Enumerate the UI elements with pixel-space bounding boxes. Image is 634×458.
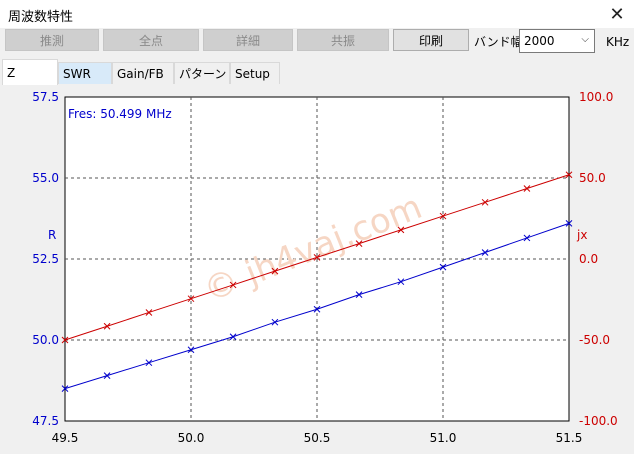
tab-bar: Z SWR Gain/FB パターン Setup [0, 58, 634, 85]
chevron-down-icon: ⌵ [581, 34, 589, 45]
bandwidth-select[interactable]: 2000 ⌵ [519, 29, 595, 53]
tab-z[interactable]: Z [2, 59, 58, 85]
resonance-button[interactable]: 共振 [297, 29, 389, 51]
y-right-tick-label: 50.0 [579, 171, 606, 185]
y-right-tick-label: -50.0 [579, 333, 610, 347]
chart-area: © jh4vaj.com Fres: 50.499 MHz R jx 57.5 5… [0, 84, 634, 454]
y-left-tick-label: 55.0 [32, 171, 59, 185]
title-bar: 周波数特性 ✕ [0, 0, 634, 29]
toolbar: 推測 全点 詳細 共振 印刷 バンド幅 2000 ⌵ KHz [0, 28, 634, 58]
y-left-tick-label: 52.5 [32, 252, 59, 266]
y-left-tick-label: 47.5 [32, 414, 59, 428]
right-axis-label: jx [576, 228, 587, 242]
y-left-tick-label: 57.5 [32, 90, 59, 104]
y-right-tick-label: -100.0 [579, 414, 618, 428]
bandwidth-label: バンド幅 [474, 35, 523, 49]
x-tick-label: 51.5 [556, 431, 583, 445]
tab-pattern[interactable]: パターン [174, 62, 230, 84]
x-tick-label: 51.0 [430, 431, 457, 445]
left-axis-label: R [48, 228, 56, 242]
tab-swr[interactable]: SWR [58, 62, 112, 84]
impedance-chart: © jh4vaj.com Fres: 50.499 MHz R jx 57.55… [32, 90, 618, 445]
y-left-tick-label: 50.0 [32, 333, 59, 347]
bandwidth-value: 2000 [524, 34, 555, 48]
close-icon[interactable]: ✕ [600, 0, 634, 28]
all-points-button[interactable]: 全点 [103, 29, 199, 51]
fres-annotation: Fres: 50.499 MHz [68, 107, 172, 121]
estimate-button[interactable]: 推測 [5, 29, 99, 51]
x-tick-label: 50.0 [178, 431, 205, 445]
print-button[interactable]: 印刷 [393, 29, 469, 51]
y-right-tick-label: 0.0 [579, 252, 598, 266]
y-right-tick-label: 100.0 [579, 90, 613, 104]
x-tick-label: 49.5 [52, 431, 79, 445]
x-tick-label: 50.5 [304, 431, 331, 445]
unit-label: KHz [606, 35, 630, 49]
window-title: 周波数特性 [8, 10, 74, 25]
tab-setup[interactable]: Setup [230, 62, 280, 84]
tab-gain-fb[interactable]: Gain/FB [112, 62, 174, 84]
detail-button[interactable]: 詳細 [203, 29, 293, 51]
